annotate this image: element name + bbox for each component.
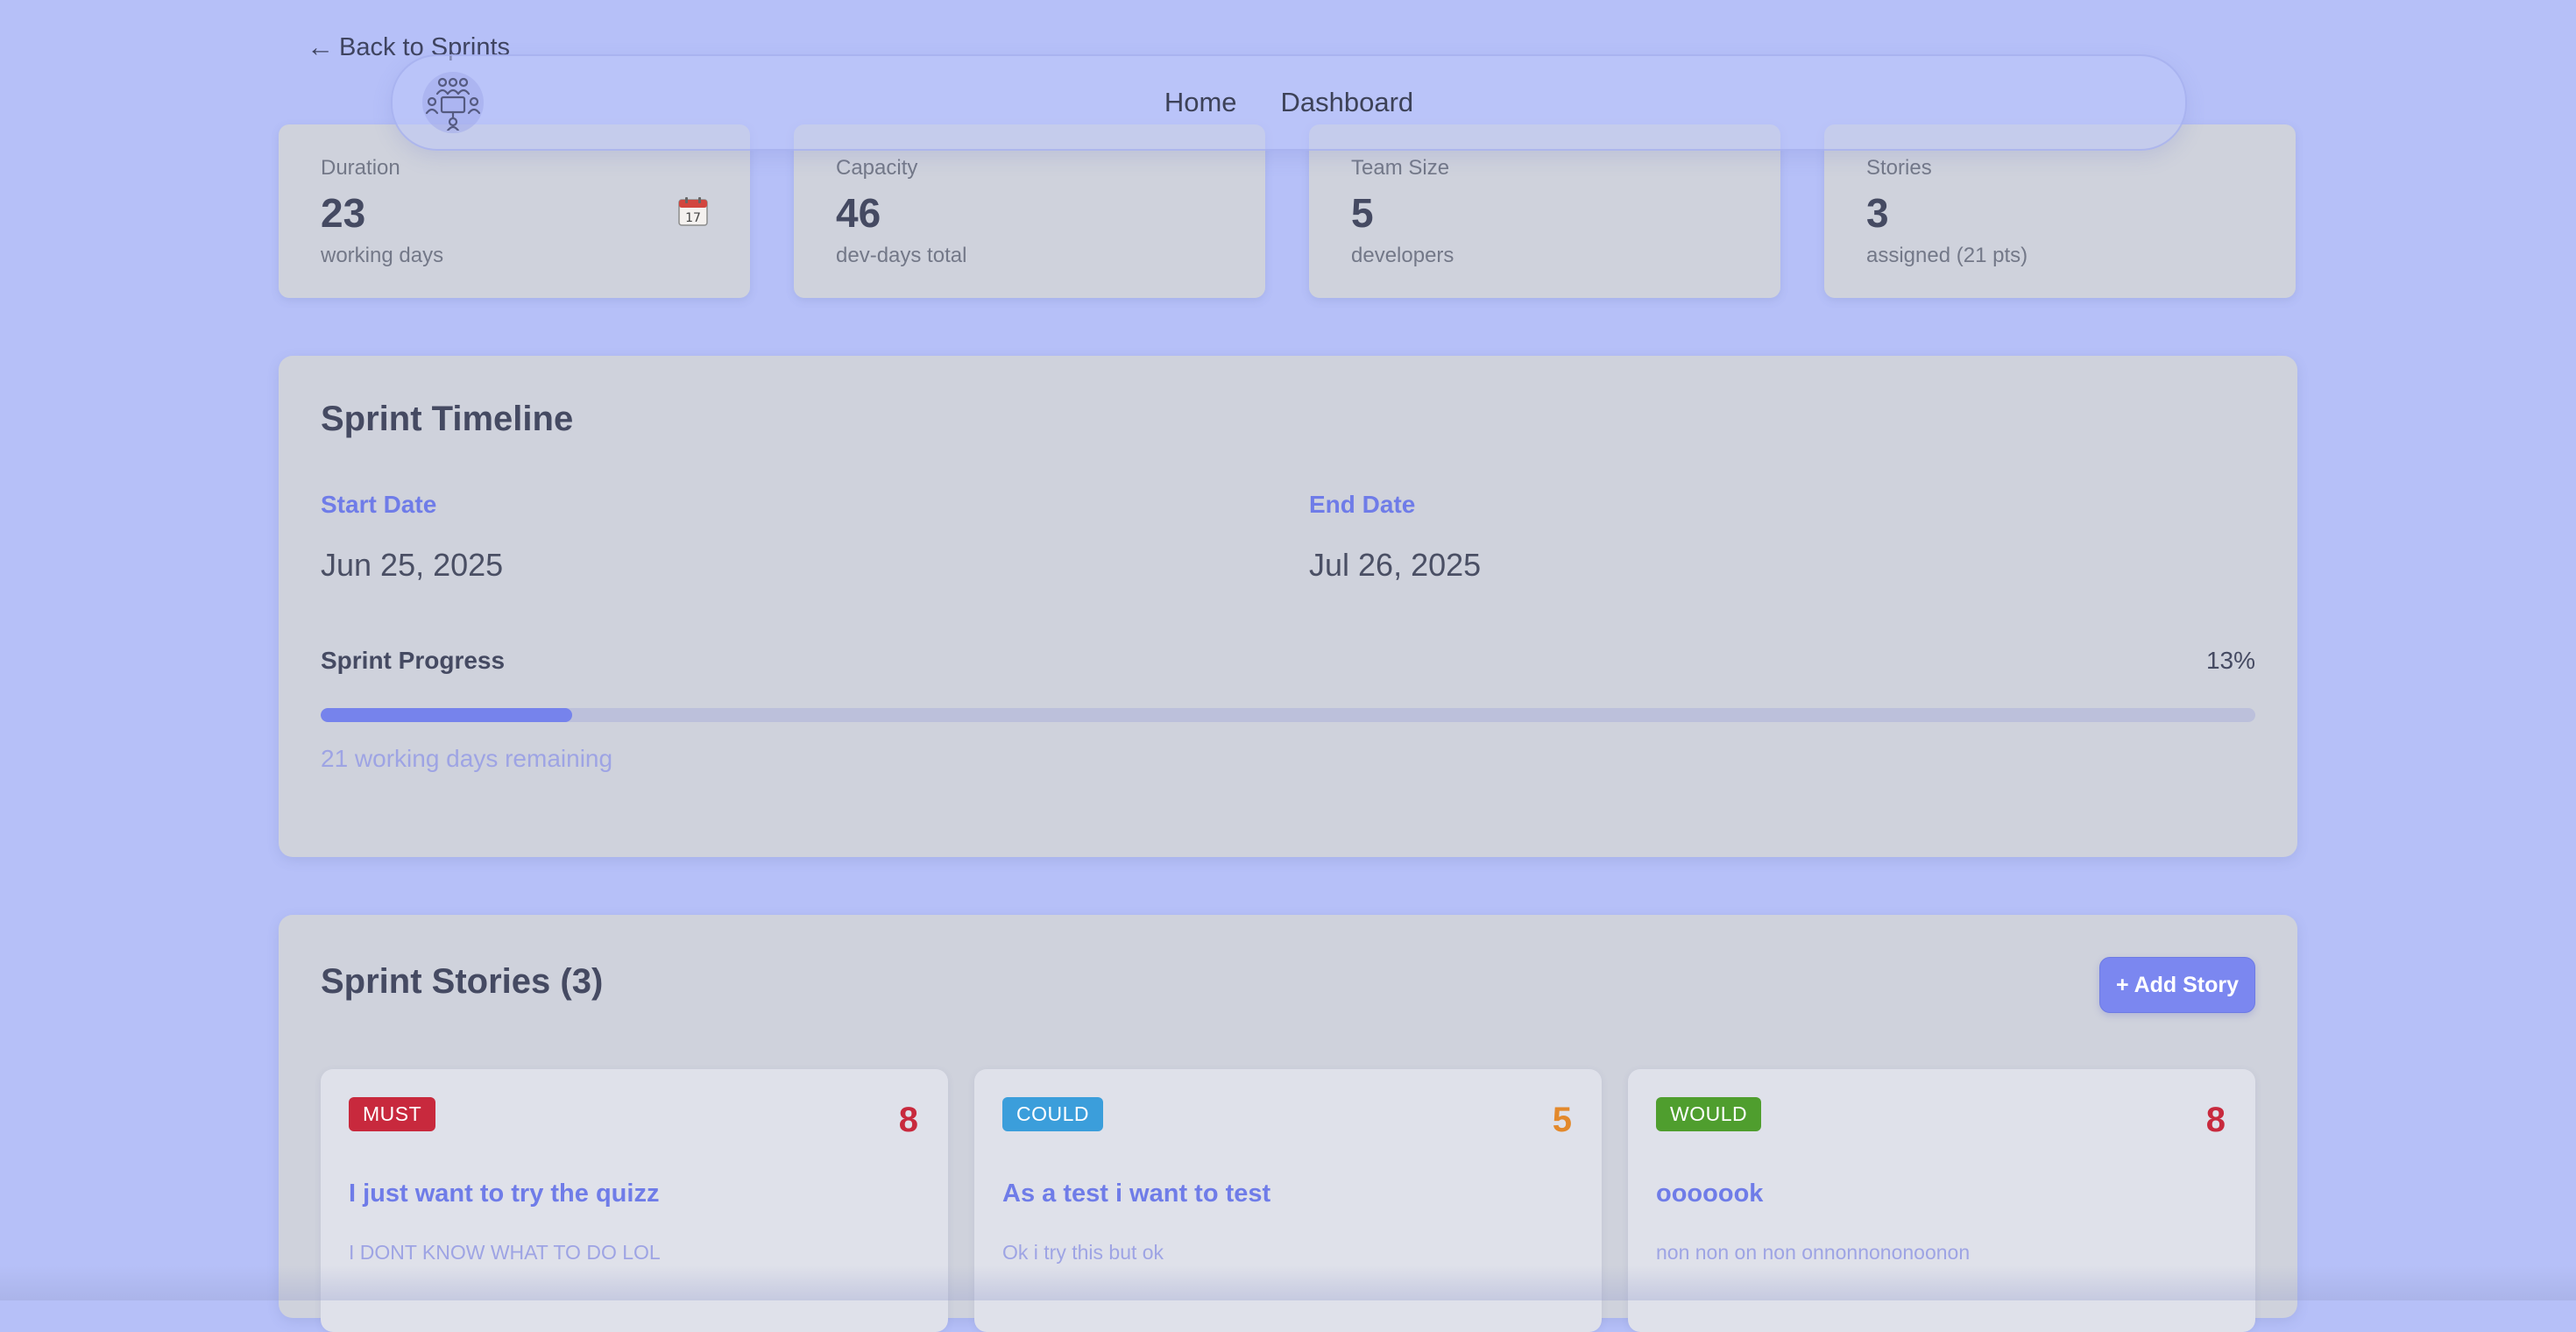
end-date-label: End Date <box>1309 491 1416 518</box>
stat-sub: developers <box>1351 244 1454 267</box>
nav-link-dashboard[interactable]: Dashboard <box>1281 87 1414 118</box>
story-points: 8 <box>898 1101 918 1139</box>
start-date-label: Start Date <box>321 491 437 518</box>
stories-title: Sprint Stories (3) <box>321 962 604 1001</box>
story-description: I DONT KNOW WHAT TO DO LOL <box>349 1241 661 1264</box>
stat-label: Stories <box>1866 156 1932 180</box>
days-remaining-text: 21 working days remaining <box>321 745 613 772</box>
arrow-left-icon: ← <box>307 32 334 62</box>
story-card[interactable]: MUST 8 I just want to try the quizz I DO… <box>321 1069 948 1332</box>
end-date-value: Jul 26, 2025 <box>1309 547 1482 583</box>
sprint-timeline-panel: Sprint Timeline Start Date Jun 25, 2025 … <box>279 356 2297 857</box>
stat-label: Duration <box>321 156 400 180</box>
add-story-button[interactable]: + Add Story <box>2099 957 2255 1013</box>
svg-text:17: 17 <box>685 211 701 225</box>
priority-badge: COULD <box>1002 1097 1104 1131</box>
stat-label: Team Size <box>1351 156 1450 180</box>
story-title[interactable]: ooooook <box>1656 1180 1763 1208</box>
story-description: Ok i try this but ok <box>1002 1241 1164 1264</box>
stat-sub: working days <box>321 244 444 267</box>
stat-sub: dev-days total <box>836 244 967 267</box>
sprint-stories-panel: Sprint Stories (3) + Add Story MUST 8 I … <box>279 915 2297 1332</box>
story-card[interactable]: COULD 5 As a test i want to test Ok i tr… <box>974 1069 1602 1332</box>
story-points: 5 <box>1552 1101 1572 1139</box>
stat-label: Capacity <box>836 156 918 180</box>
timeline-title: Sprint Timeline <box>321 400 574 438</box>
stat-value: 5 <box>1351 190 1374 236</box>
story-card[interactable]: WOULD 8 ooooook non non on non onnonnono… <box>1628 1069 2255 1332</box>
stat-value: 46 <box>836 190 881 236</box>
story-points: 8 <box>2205 1101 2226 1139</box>
start-date-value: Jun 25, 2025 <box>321 547 504 583</box>
sprint-progress-fill <box>321 708 573 722</box>
sprint-progress-percent: 13% <box>2205 647 2255 674</box>
story-title[interactable]: As a test i want to test <box>1002 1180 1270 1208</box>
priority-badge: WOULD <box>1656 1097 1762 1131</box>
nav-links: Home Dashboard <box>393 56 2185 149</box>
sprint-progress-bar <box>321 708 2255 722</box>
story-title[interactable]: I just want to try the quizz <box>349 1180 659 1208</box>
priority-badge: MUST <box>349 1097 436 1131</box>
stat-value: 3 <box>1866 190 1889 236</box>
sprint-progress-label: Sprint Progress <box>321 647 506 674</box>
story-description: non non on non onnonnononoonon <box>1656 1241 1971 1264</box>
nav-link-home[interactable]: Home <box>1164 87 1237 118</box>
stat-sub: assigned (21 pts) <box>1866 244 2028 267</box>
calendar-icon: 17 <box>678 196 708 230</box>
top-navbar: Home Dashboard <box>391 54 2187 151</box>
